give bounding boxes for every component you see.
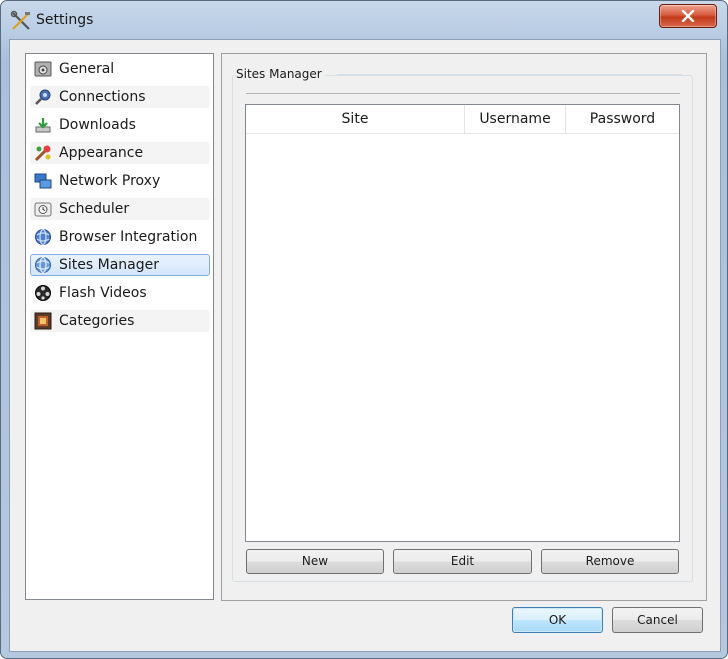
- sidebar-item-downloads[interactable]: Downloads: [30, 114, 210, 136]
- settings-panel: Sites Manager Site Username Password New…: [221, 53, 707, 601]
- column-header-password[interactable]: Password: [566, 105, 679, 133]
- title-bar[interactable]: Settings: [1, 1, 727, 39]
- sidebar-item-scheduler[interactable]: Scheduler: [30, 198, 210, 220]
- sidebar-item-label: Appearance: [59, 145, 144, 161]
- browser-integration-icon: [35, 228, 51, 246]
- sidebar-item-label: Network Proxy: [59, 173, 161, 189]
- general-icon: [34, 61, 52, 77]
- cancel-button[interactable]: Cancel: [612, 607, 703, 633]
- sites-manager-icon: [35, 256, 51, 274]
- dialog-client-area: General Connections Downloads Appearance…: [9, 39, 721, 652]
- close-button[interactable]: [659, 4, 717, 28]
- sidebar-item-label: Scheduler: [59, 201, 130, 217]
- sidebar-item-label: Sites Manager: [59, 257, 159, 273]
- sidebar-item-label: Flash Videos: [59, 285, 147, 301]
- new-site-button[interactable]: New: [246, 549, 384, 574]
- scheduler-icon: [34, 202, 52, 217]
- settings-sidebar: General Connections Downloads Appearance…: [25, 53, 214, 600]
- categories-icon: [34, 312, 52, 330]
- downloads-icon: [35, 118, 51, 133]
- sidebar-item-appearance[interactable]: Appearance: [30, 142, 210, 164]
- separator-line: [246, 93, 680, 94]
- sidebar-item-network-proxy[interactable]: Network Proxy: [30, 170, 210, 192]
- remove-site-button[interactable]: Remove: [541, 549, 679, 574]
- sidebar-item-connections[interactable]: Connections: [30, 86, 210, 108]
- group-border-line: [337, 74, 682, 75]
- column-header-site[interactable]: Site: [246, 105, 465, 133]
- column-header-username[interactable]: Username: [465, 105, 566, 133]
- settings-window: Settings General Connections Downloads A…: [0, 0, 728, 659]
- edit-site-button[interactable]: Edit: [393, 549, 532, 574]
- sidebar-item-general[interactable]: General: [30, 58, 210, 80]
- close-icon: [681, 10, 695, 22]
- group-title: Sites Manager: [236, 67, 325, 81]
- sidebar-item-label: Downloads: [59, 117, 136, 133]
- network-proxy-icon: [34, 173, 52, 189]
- window-title: Settings: [36, 12, 94, 28]
- sidebar-item-label: General: [59, 61, 115, 77]
- sidebar-item-browser-integration[interactable]: Browser Integration: [30, 226, 210, 248]
- sidebar-item-label: Categories: [59, 313, 135, 329]
- table-header: Site Username Password: [246, 105, 679, 134]
- sidebar-item-categories[interactable]: Categories: [30, 310, 210, 332]
- ok-button[interactable]: OK: [512, 607, 603, 633]
- connections-icon: [35, 89, 51, 105]
- appearance-icon: [34, 145, 51, 162]
- sidebar-item-sites-manager[interactable]: Sites Manager: [30, 254, 210, 276]
- sites-table[interactable]: Site Username Password: [245, 104, 680, 542]
- sidebar-item-label: Browser Integration: [59, 229, 198, 245]
- sidebar-item-label: Connections: [59, 89, 146, 105]
- sidebar-item-flash-videos[interactable]: Flash Videos: [30, 282, 210, 304]
- flash-videos-icon: [35, 285, 51, 301]
- tools-icon: [10, 10, 30, 30]
